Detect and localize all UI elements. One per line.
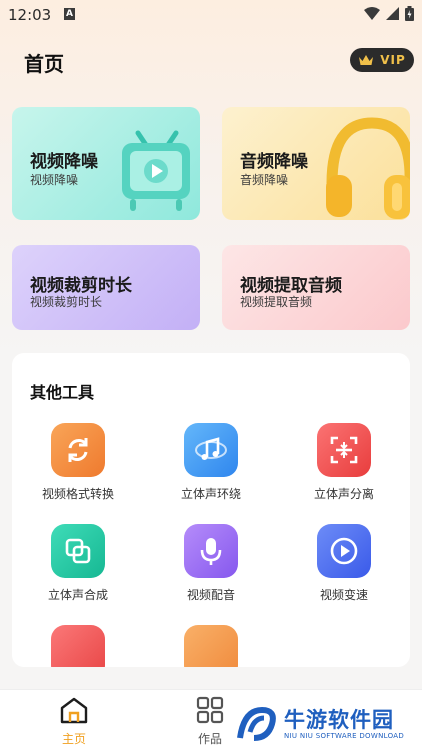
home-icon [60, 697, 88, 724]
watermark-logo [237, 706, 276, 741]
merge-icon [51, 524, 105, 578]
card-audio-denoise[interactable]: 音频降噪 音频降噪 [222, 107, 410, 220]
grid-icon [196, 696, 224, 724]
vip-label: VIP [380, 53, 406, 67]
tool-label: 立体声环绕 [180, 487, 241, 501]
card-subtitle: 视频降噪 [30, 173, 79, 187]
watermark-title: 牛游软件园 [284, 708, 394, 732]
other-tools-panel: 其他工具 视频格式转换 立体声环绕 立体声分离 立体声合成 视频配音 视频变速 [12, 353, 410, 667]
nav-home[interactable]: 主页 [44, 696, 104, 747]
tool-label: 视频格式转换 [41, 487, 114, 501]
status-bar: 12:03 A [0, 0, 422, 30]
refresh-icon [51, 423, 105, 477]
wifi-icon [364, 7, 380, 20]
notification-a-icon: A [64, 8, 75, 20]
card-video-denoise[interactable]: 视频降噪 视频降噪 [12, 107, 200, 220]
microphone-icon [184, 524, 238, 578]
card-subtitle: 视频提取音频 [240, 295, 313, 309]
card-title: 视频降噪 [30, 152, 98, 172]
card-title: 音频降噪 [240, 152, 308, 172]
tool-video-dubbing[interactable]: 视频配音 [151, 524, 271, 603]
watermark-subtitle: NIU NIU SOFTWARE DOWNLOAD [284, 732, 405, 740]
tool-label: 立体声合成 [47, 588, 108, 602]
play-icon [317, 524, 371, 578]
battery-icon [405, 6, 414, 21]
nav-label: 作品 [197, 732, 222, 746]
pie-icon [51, 625, 105, 667]
image-icon [184, 625, 238, 667]
crown-icon [359, 55, 374, 65]
tool-partial-1[interactable] [18, 625, 138, 667]
vip-button[interactable]: VIP [350, 48, 414, 72]
card-extract-audio[interactable]: 视频提取音频 视频提取音频 [222, 245, 410, 330]
page-title: 首页 [24, 52, 64, 76]
tool-label: 视频变速 [319, 588, 368, 602]
watermark: 牛游软件园 NIU NIU SOFTWARE DOWNLOAD [236, 704, 418, 744]
tool-label: 立体声分离 [313, 487, 374, 501]
tool-partial-2[interactable] [151, 625, 271, 667]
tool-stereo-surround[interactable]: 立体声环绕 [151, 423, 271, 502]
music-note-icon [184, 423, 238, 477]
status-time: 12:03 [8, 6, 52, 24]
card-subtitle: 音频降噪 [240, 173, 289, 187]
tool-label: 视频配音 [186, 588, 235, 602]
card-video-trim[interactable]: 视频裁剪时长 视频裁剪时长 [12, 245, 200, 330]
nav-label: 主页 [61, 732, 86, 746]
other-tools-title: 其他工具 [30, 383, 95, 402]
scan-split-icon [317, 423, 371, 477]
tool-video-format-convert[interactable]: 视频格式转换 [18, 423, 138, 502]
headphones-icon [326, 117, 410, 219]
signal-icon [386, 7, 399, 20]
tool-stereo-split[interactable]: 立体声分离 [284, 423, 404, 502]
tool-video-speed[interactable]: 视频变速 [284, 524, 404, 603]
nav-works[interactable]: 作品 [180, 696, 240, 747]
tool-stereo-merge[interactable]: 立体声合成 [18, 524, 138, 603]
tv-icon [122, 130, 190, 211]
card-subtitle: 视频裁剪时长 [30, 295, 103, 309]
